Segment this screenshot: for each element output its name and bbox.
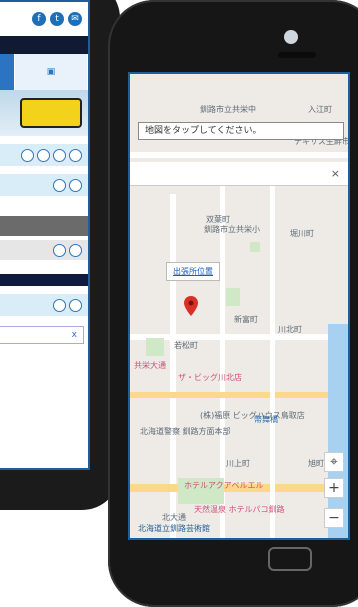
road	[130, 392, 348, 398]
info-icon[interactable]	[21, 148, 34, 162]
flag-icon[interactable]	[69, 298, 82, 312]
back-phone-screen: f t ✉ ●●● ▣	[0, 0, 90, 470]
info-icon[interactable]	[53, 298, 66, 312]
map-footer-label: 北海道立釧路芸術館	[138, 524, 210, 533]
clear-input-icon[interactable]: x	[72, 330, 77, 340]
back-tabs: ●●● ▣	[0, 54, 88, 90]
tab-2-icon: ▣	[46, 67, 56, 77]
tap-map-hint: 地図をタップしてください。	[138, 122, 344, 140]
info-icon[interactable]	[37, 148, 50, 162]
back-navy-band	[0, 274, 88, 286]
map-label: 釧路市立共栄小	[204, 225, 260, 234]
map-label: 旭町	[308, 459, 324, 468]
zoom-out-button[interactable]: −	[324, 508, 344, 528]
back-input[interactable]: x	[0, 326, 84, 344]
back-topbar: f t ✉	[0, 2, 88, 36]
park	[226, 288, 240, 306]
map-label: 共栄大通	[134, 361, 166, 370]
map-label: 天然温泉 ホテルパコ釧路	[194, 505, 285, 514]
back-row-2	[0, 174, 88, 196]
map-label: ホテルアクアベルエル	[184, 481, 264, 490]
close-icon[interactable]: ×	[331, 167, 340, 180]
map-label: 川北町	[278, 325, 302, 334]
speaker	[278, 52, 316, 58]
info-icon[interactable]	[53, 243, 66, 257]
bus-banner	[0, 90, 88, 136]
park	[250, 242, 260, 252]
map[interactable]: 釧路市立共栄中 入江町 テキサス生鮮市場 入江町 双葉町 釧路市立共栄小 堀川町…	[130, 74, 348, 538]
map-label: 新富町	[234, 315, 258, 324]
map-screen: 釧路市立共栄中 入江町 テキサス生鮮市場 入江町 双葉町 釧路市立共栄小 堀川町…	[128, 72, 350, 540]
search-bar[interactable]: ×	[130, 162, 348, 186]
tab-1[interactable]: ●●●	[0, 54, 15, 90]
home-button[interactable]	[268, 547, 312, 571]
map-label: ザ・ビッグ川北店	[178, 373, 242, 382]
info-icon[interactable]	[69, 178, 82, 192]
park	[146, 338, 164, 356]
zoom-in-button[interactable]: +	[324, 478, 344, 498]
map-label: 川上町	[226, 459, 250, 468]
marker-info-window[interactable]: 出張所位置	[166, 262, 220, 281]
twitter-icon[interactable]: t	[50, 12, 64, 26]
back-row-4	[0, 294, 88, 316]
map-pin-icon[interactable]	[184, 296, 198, 316]
map-label: 釧路市立共栄中	[200, 105, 256, 114]
back-row-3	[0, 240, 88, 260]
map-label: 幣舞橋	[254, 415, 278, 424]
map-label: (株)福原 ビッグハウス鳥取店	[200, 411, 305, 420]
map-label: 堀川町	[290, 229, 314, 238]
tab-2[interactable]: ▣	[15, 54, 88, 90]
stage: f t ✉ ●●● ▣	[0, 0, 358, 607]
my-location-button[interactable]: ⌖	[324, 452, 344, 472]
map-label: 入江町	[308, 105, 332, 114]
road	[130, 152, 348, 158]
facebook-icon[interactable]: f	[32, 12, 46, 26]
back-phone: f t ✉ ●●● ▣	[0, 0, 120, 510]
camera	[284, 30, 298, 44]
mail-icon[interactable]: ✉	[68, 12, 82, 26]
grid-icon[interactable]	[69, 148, 82, 162]
map-label: 若松町	[174, 341, 198, 350]
back-dark-band	[0, 36, 88, 54]
info-icon[interactable]	[69, 243, 82, 257]
bell-icon[interactable]	[53, 148, 66, 162]
map-label: 北大通	[162, 513, 186, 522]
bus-image	[20, 98, 82, 128]
back-gray-band	[0, 216, 88, 236]
back-row-1	[0, 144, 88, 166]
info-icon[interactable]	[53, 178, 66, 192]
map-label: 北海道警察 釧路方面本部	[140, 427, 231, 436]
road	[270, 184, 275, 538]
